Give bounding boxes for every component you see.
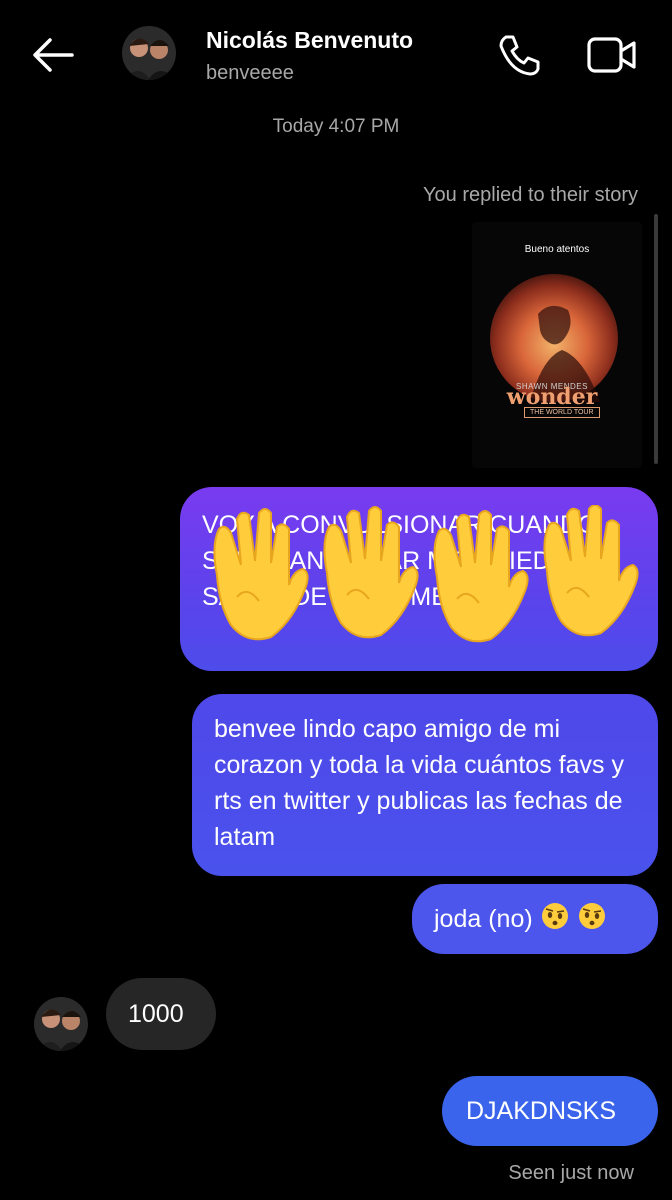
message-text: DJAKDNSKS (466, 1097, 617, 1125)
avatar[interactable] (122, 26, 176, 80)
message-text: joda (no) (434, 905, 533, 933)
message-bubble-received[interactable]: 1000 (106, 978, 216, 1050)
clapping-hands-icon (213, 505, 639, 643)
video-camera-icon[interactable] (586, 32, 638, 78)
story-reply-divider (654, 214, 658, 464)
story-preview[interactable]: Bueno atentos SHAWN MENDES wonder THE WO… (472, 222, 642, 468)
contact-name[interactable]: Nicolás Benvenuto (206, 27, 413, 54)
contact-username: benveeee (206, 62, 294, 84)
message-text: 1000 (128, 1000, 184, 1028)
message-bubble-sent[interactable]: benvee lindo capo amigo de mi corazon y … (192, 694, 658, 876)
story-caption: Bueno atentos (524, 244, 590, 255)
avatar[interactable] (34, 997, 88, 1051)
seen-status: Seen just now (508, 1162, 634, 1184)
story-reply-note: You replied to their story (423, 184, 638, 206)
conversation-timestamp: Today 4:07 PM (272, 116, 400, 137)
message-bubble-sent[interactable]: DJAKDNSKS (442, 1076, 658, 1146)
back-arrow-icon[interactable] (28, 30, 78, 80)
face-with-raised-eyebrow-icon (541, 903, 568, 929)
phone-icon[interactable] (496, 32, 542, 78)
message-text: benvee lindo capo amigo de mi corazon y … (214, 715, 624, 851)
face-with-raised-eyebrow-icon (578, 903, 605, 929)
story-subtitle: THE WORLD TOUR (524, 407, 600, 418)
message-bubble-sent[interactable]: joda (no) (412, 884, 658, 954)
